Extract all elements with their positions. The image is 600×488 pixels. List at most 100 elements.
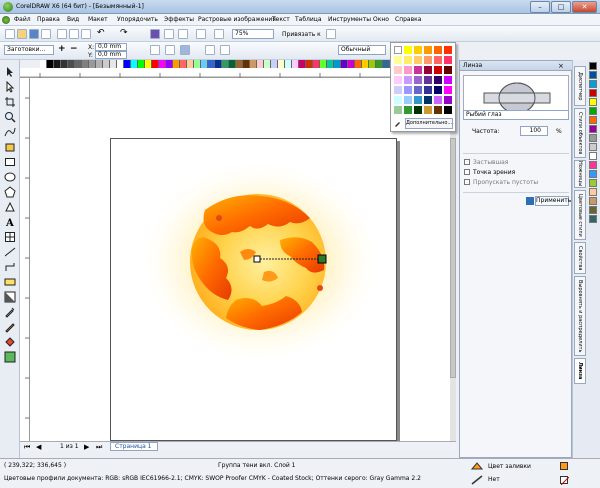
basic-shapes-icon[interactable] bbox=[4, 201, 16, 213]
new-document-icon[interactable] bbox=[5, 29, 15, 39]
polygon-tool-icon[interactable] bbox=[4, 186, 16, 198]
landscape-icon[interactable] bbox=[165, 45, 175, 55]
menu-view[interactable]: Вид bbox=[67, 16, 79, 23]
vertical-ruler[interactable] bbox=[20, 78, 30, 441]
menu-layout[interactable]: Макет bbox=[88, 16, 108, 23]
menu-tools[interactable]: Инструменты bbox=[328, 16, 371, 23]
vertical-scrollbar[interactable] bbox=[450, 78, 456, 441]
color-palette-popup[interactable]: Дополнительно... bbox=[390, 42, 456, 132]
nudge-icon[interactable] bbox=[220, 45, 230, 55]
freehand-tool-icon[interactable] bbox=[4, 126, 16, 138]
rate-input[interactable]: 100 bbox=[520, 126, 548, 136]
maximize-button[interactable]: □ bbox=[551, 1, 571, 13]
next-page-icon[interactable]: ▶ bbox=[84, 443, 89, 451]
scroll-thumb[interactable] bbox=[450, 138, 456, 378]
y-position-input[interactable]: 0,0 mm bbox=[95, 51, 127, 59]
print-icon[interactable] bbox=[41, 29, 51, 39]
interactive-fill-icon[interactable] bbox=[4, 351, 16, 363]
close-button[interactable]: ✕ bbox=[572, 1, 597, 13]
redo-icon[interactable]: ↷ bbox=[120, 29, 128, 38]
welcome-screen-icon[interactable] bbox=[214, 29, 224, 39]
save-icon[interactable] bbox=[29, 29, 39, 39]
no-color-swatch[interactable] bbox=[40, 60, 47, 68]
interactive-tool-icon[interactable] bbox=[4, 276, 16, 288]
menu-edit[interactable]: Правка bbox=[37, 16, 60, 23]
outline-pen-icon[interactable] bbox=[4, 321, 16, 333]
apply-button[interactable]: Применить bbox=[535, 196, 571, 206]
fill-indicator-icon[interactable] bbox=[470, 461, 484, 471]
connector-tool-icon[interactable] bbox=[4, 261, 16, 273]
menu-help[interactable]: Справка bbox=[395, 16, 421, 23]
cut-icon[interactable] bbox=[57, 29, 67, 39]
menu-effects[interactable]: Эффекты bbox=[164, 16, 194, 23]
crop-tool-icon[interactable] bbox=[4, 96, 16, 108]
docker-close-icon[interactable]: × bbox=[558, 62, 564, 70]
portrait-icon[interactable] bbox=[150, 45, 160, 55]
tab-lens[interactable]: Линза bbox=[574, 358, 586, 384]
remove-page-icon[interactable]: − bbox=[70, 44, 78, 54]
dimension-tool-icon[interactable] bbox=[4, 246, 16, 258]
vertical-color-palette[interactable] bbox=[586, 60, 600, 458]
snap-to-dropdown[interactable]: Привязать к bbox=[282, 31, 321, 38]
zoom-dropdown[interactable]: 75% bbox=[232, 29, 274, 39]
transparency-tool-icon[interactable] bbox=[4, 291, 16, 303]
tab-object-styles[interactable]: Стили объектов bbox=[574, 108, 586, 158]
export-icon[interactable] bbox=[164, 29, 174, 39]
outline-width-dropdown[interactable]: Обычный bbox=[338, 45, 386, 55]
all-pages-icon[interactable] bbox=[180, 45, 190, 55]
fill-color-swatch[interactable] bbox=[560, 462, 568, 470]
text-tool-icon[interactable]: A bbox=[4, 216, 16, 229]
units-icon[interactable] bbox=[205, 45, 215, 55]
eyedropper-tool-icon[interactable] bbox=[4, 306, 16, 318]
minimize-button[interactable]: – bbox=[530, 1, 550, 13]
pick-tool-icon[interactable] bbox=[4, 66, 16, 78]
menu-window[interactable]: Окно bbox=[373, 16, 389, 23]
x-position-input[interactable]: 0,0 mm bbox=[95, 43, 127, 51]
tab-color-styles[interactable]: Цветовые стили bbox=[574, 190, 586, 240]
zoom-tool-icon[interactable] bbox=[4, 111, 16, 123]
fill-tool-icon[interactable] bbox=[4, 336, 16, 348]
remove-face-checkbox[interactable] bbox=[464, 179, 470, 185]
menu-table[interactable]: Таблица bbox=[295, 16, 322, 23]
add-page-icon[interactable]: + bbox=[58, 44, 66, 54]
lens-type-dropdown[interactable]: Рыбий глаз bbox=[463, 110, 569, 120]
color-profiles[interactable]: Цветовые профили документа: RGB: sRGB IE… bbox=[4, 475, 421, 482]
no-outline-swatch[interactable] bbox=[560, 476, 570, 486]
lock-icon[interactable] bbox=[526, 197, 534, 205]
import-icon[interactable] bbox=[150, 29, 160, 39]
tab-knife[interactable]: Ножницы bbox=[574, 160, 586, 188]
tab-properties[interactable]: Свойства bbox=[574, 242, 586, 274]
paste-icon[interactable] bbox=[81, 29, 91, 39]
tab-align-distribute[interactable]: Выровнять и распределить bbox=[574, 276, 586, 356]
page-tab[interactable]: Страница 1 bbox=[110, 442, 158, 451]
tab-object-manager[interactable]: Диспетчер bbox=[574, 66, 586, 106]
smart-fill-icon[interactable] bbox=[4, 141, 16, 153]
app-launcher-icon[interactable] bbox=[196, 29, 206, 39]
previous-page-icon[interactable]: ◀ bbox=[36, 443, 41, 451]
more-colors-button[interactable]: Дополнительно... bbox=[405, 118, 453, 129]
paper-size-dropdown[interactable]: Заготовки... bbox=[4, 45, 54, 55]
color-palette-strip[interactable] bbox=[40, 60, 390, 68]
viewpoint-checkbox[interactable] bbox=[464, 169, 470, 175]
copy-icon[interactable] bbox=[69, 29, 79, 39]
freeze-checkbox[interactable] bbox=[464, 159, 470, 165]
last-page-icon[interactable]: ⏭ bbox=[96, 443, 102, 452]
menu-bitmaps[interactable]: Растровые изображения bbox=[198, 16, 276, 23]
eyedropper-icon[interactable] bbox=[394, 119, 402, 127]
table-tool-icon[interactable] bbox=[4, 231, 16, 243]
menu-text[interactable]: Текст bbox=[272, 16, 290, 23]
open-folder-icon[interactable] bbox=[17, 29, 27, 39]
ellipse-tool-icon[interactable] bbox=[4, 171, 16, 183]
lens-docker-title: Линза bbox=[460, 61, 573, 71]
fill-color-label: Цвет заливки bbox=[488, 463, 531, 470]
publish-pdf-icon[interactable] bbox=[178, 29, 188, 39]
shape-tool-icon[interactable] bbox=[4, 80, 16, 93]
first-page-icon[interactable]: ⏮ bbox=[24, 443, 30, 452]
options-icon[interactable] bbox=[326, 29, 336, 39]
fire-globe-artwork[interactable] bbox=[140, 160, 380, 370]
rectangle-tool-icon[interactable] bbox=[4, 156, 16, 168]
undo-icon[interactable]: ↶ bbox=[97, 29, 105, 38]
menu-arrange[interactable]: Упорядочить bbox=[117, 16, 158, 23]
menu-file[interactable]: Файл bbox=[14, 16, 31, 23]
outline-indicator-icon[interactable] bbox=[470, 475, 484, 485]
